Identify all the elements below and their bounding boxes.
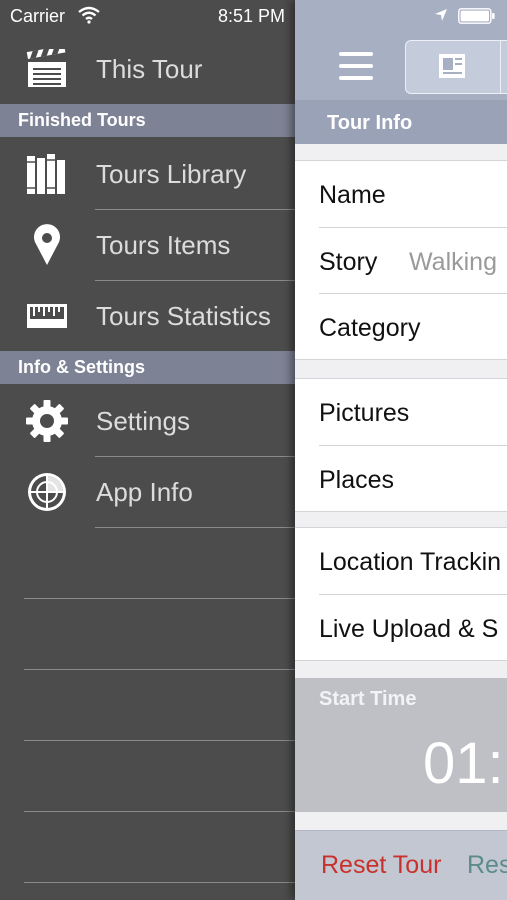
map-pin-icon (24, 224, 70, 266)
reset-tour-button[interactable]: Reset Tour (321, 851, 441, 880)
menu-item-label: Settings (96, 406, 190, 436)
side-menu: This Tour Finished Tours Tours Library T… (0, 34, 295, 900)
cell-title: Places (319, 466, 395, 494)
divider (24, 669, 295, 670)
cell-title: Name (319, 181, 386, 209)
carrier-label: Carrier (10, 6, 66, 26)
ruler-icon (24, 295, 70, 337)
cell-live-upload[interactable]: Live Upload & S (295, 595, 507, 661)
start-time-value: 01: (423, 731, 504, 796)
menu-item-tours-items[interactable]: Tours Items (0, 210, 295, 280)
books-icon (24, 153, 70, 195)
cell-location-tracking[interactable]: Location Trackin (295, 528, 507, 594)
clapperboard-icon (24, 48, 70, 90)
main-panel: Tour Info Name Story Walking Category Pi… (295, 0, 507, 900)
menu-item-label: App Info (96, 477, 193, 507)
divider (24, 811, 295, 812)
menu-item-label: Tours Items (96, 230, 231, 260)
menu-item-app-info[interactable]: App Info (0, 457, 295, 527)
menu-item-this-tour[interactable]: This Tour (0, 34, 295, 104)
location-arrow-icon (435, 9, 447, 21)
section-title: Tour Info (327, 112, 413, 134)
divider (95, 527, 295, 528)
resume-button[interactable]: Res (467, 851, 507, 880)
radar-icon (24, 471, 70, 513)
cell-title: Live Upload & S (319, 615, 499, 643)
menu-item-label: This Tour (96, 54, 203, 84)
media-group: Pictures Places (295, 378, 507, 512)
segmented-control[interactable] (405, 40, 507, 94)
section-header-title: Finished Tours (18, 110, 146, 130)
tour-info-icon (439, 54, 465, 78)
section-header-title: Info & Settings (18, 357, 145, 377)
menu-item-tours-library[interactable]: Tours Library (0, 139, 295, 209)
battery-icon (458, 8, 495, 24)
clock: 8:51 PM (218, 6, 286, 26)
cell-category[interactable]: Category (295, 294, 507, 360)
divider (24, 598, 295, 599)
tracking-group: Location Trackin Live Upload & S (295, 527, 507, 661)
start-time-panel[interactable]: Start Time 01: (295, 678, 507, 812)
divider (24, 882, 295, 883)
divider (24, 740, 295, 741)
tour-fields-group: Name Story Walking Category (295, 160, 507, 360)
menu-item-label: Tours Statistics (96, 301, 271, 331)
cell-title: Story (319, 248, 378, 276)
story-value: Walking (409, 248, 497, 276)
tour-info-header: Tour Info (295, 100, 507, 144)
cell-title: Location Trackin (319, 548, 502, 576)
cell-places[interactable]: Places (295, 446, 507, 512)
cell-pictures[interactable]: Pictures (295, 379, 507, 445)
cell-name[interactable]: Name (295, 161, 507, 227)
wifi-icon (78, 6, 100, 24)
cell-title: Category (319, 314, 421, 342)
tour-info-segment[interactable] (406, 41, 501, 93)
bottom-toolbar: Reset Tour Res (295, 830, 507, 900)
start-time-label: Start Time (319, 688, 417, 710)
section-header-finished-tours: Finished Tours (0, 104, 295, 137)
cell-title: Pictures (319, 399, 410, 427)
menu-item-label: Tours Library (96, 159, 247, 189)
gear-icon (24, 400, 70, 442)
section-header-info-settings: Info & Settings (0, 351, 295, 384)
hamburger-icon[interactable] (339, 52, 373, 82)
menu-item-settings[interactable]: Settings (0, 386, 295, 456)
menu-item-tours-statistics[interactable]: Tours Statistics (0, 281, 295, 351)
status-bar: Carrier 8:51 PM (0, 0, 507, 34)
cell-story[interactable]: Story Walking (295, 228, 507, 294)
